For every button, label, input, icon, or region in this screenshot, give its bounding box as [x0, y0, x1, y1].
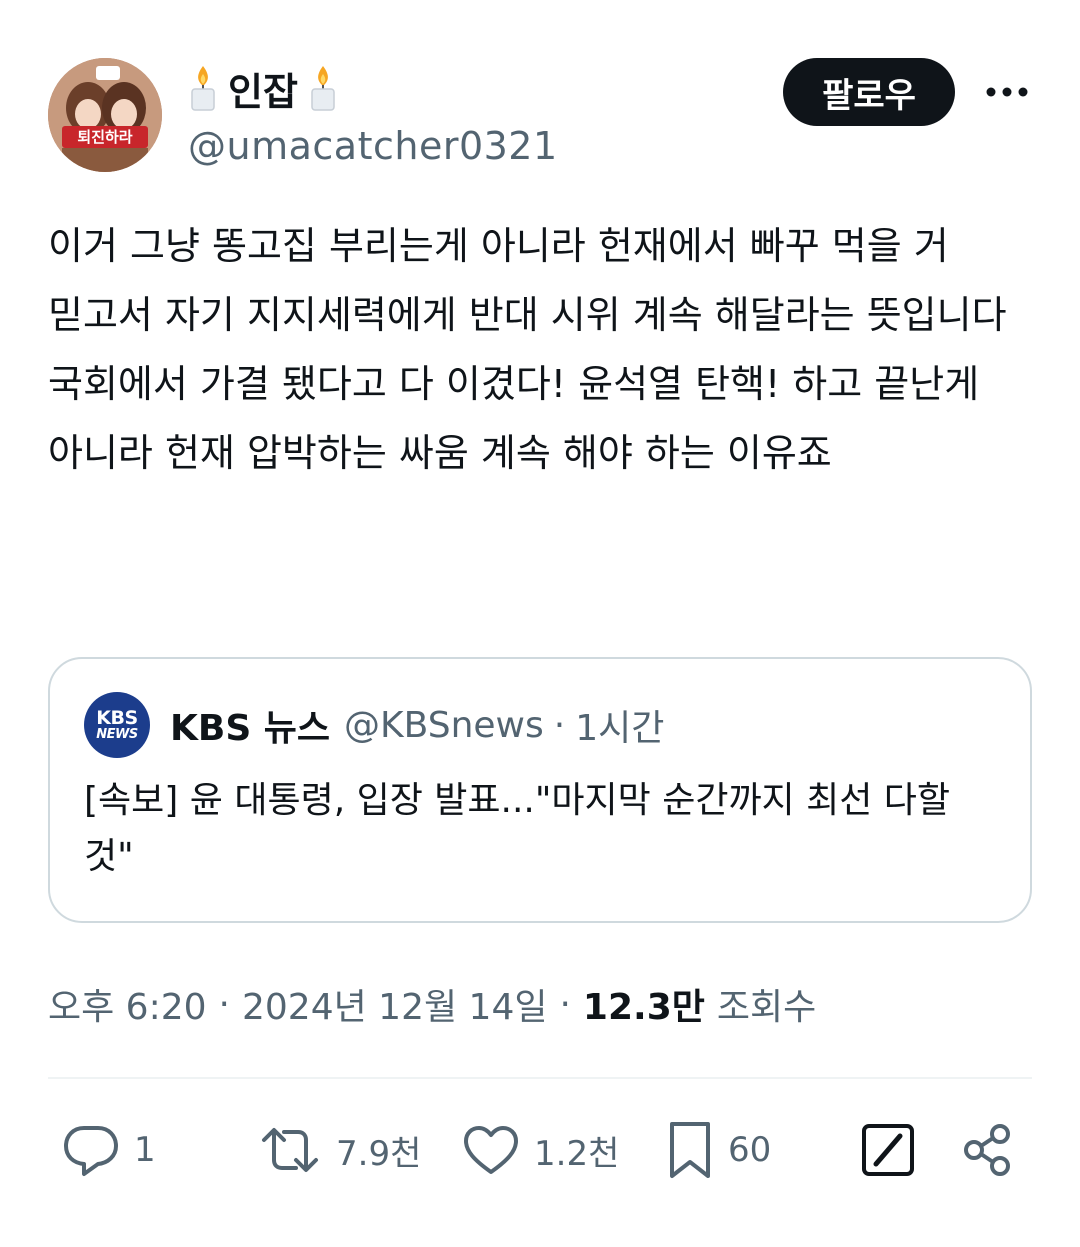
candle-icon	[188, 64, 218, 112]
reply-icon	[62, 1122, 120, 1178]
avatar-banner-text: 퇴진하라	[77, 128, 133, 146]
tweet-meta: 오후 6:20 · 2024년 12월 14일 · 12.3만 조회수	[48, 976, 816, 1032]
like-icon	[462, 1124, 520, 1176]
tweet-date[interactable]: 2024년 12월 14일	[242, 978, 547, 1030]
quoted-tweet[interactable]: KBS NEWS KBS 뉴스 @KBSnews · 1시간 [속보] 윤 대통…	[48, 657, 1032, 923]
share-icon	[960, 1122, 1016, 1178]
action-bar: 1 7.9천 1.2천 60	[48, 1110, 1032, 1190]
tweet-time[interactable]: 오후 6:20	[48, 978, 207, 1030]
bookmark-icon	[666, 1120, 714, 1180]
grok-icon	[860, 1122, 916, 1178]
quoted-time[interactable]: 1시간	[575, 699, 664, 751]
kbs-news-avatar[interactable]: KBS NEWS	[84, 692, 150, 758]
meta-separator: ·	[218, 983, 230, 1025]
author-names: 인잡 @umacatcher0321	[188, 60, 558, 168]
author-display-name: 인잡	[228, 69, 298, 114]
retweet-icon	[258, 1124, 322, 1176]
quoted-author-handle[interactable]: @KBSnews	[344, 705, 544, 746]
views-count[interactable]: 12.3만	[583, 978, 705, 1030]
reply-button[interactable]: 1	[62, 1110, 156, 1190]
tweet-text: 이거 그냥 똥고집 부리는게 아니라 헌재에서 빠꾸 먹을 거 믿고서 자기 지…	[48, 224, 1007, 475]
author-handle[interactable]: @umacatcher0321	[188, 124, 558, 168]
quoted-author-name[interactable]: KBS 뉴스	[170, 699, 330, 751]
grok-button[interactable]	[860, 1110, 916, 1190]
candle-icon	[308, 64, 338, 112]
views-label: 조회수	[716, 987, 817, 1028]
more-icon[interactable]	[982, 72, 1032, 112]
like-count: 1.2천	[534, 1133, 620, 1174]
divider	[48, 1077, 1032, 1079]
quoted-tweet-text: [속보] 윤 대통령, 입장 발표..."마지막 순간까지 최선 다할 것"	[84, 780, 951, 877]
retweet-button[interactable]: 7.9천	[258, 1110, 421, 1190]
avatar[interactable]: 퇴진하라	[48, 58, 162, 172]
like-button[interactable]: 1.2천	[462, 1110, 619, 1190]
bookmark-count: 60	[728, 1130, 772, 1170]
meta-separator: ·	[559, 983, 571, 1025]
bookmark-button[interactable]: 60	[666, 1110, 771, 1190]
follow-button[interactable]: 팔로우	[783, 58, 955, 126]
quoted-separator: ·	[553, 704, 566, 746]
reply-count: 1	[134, 1130, 156, 1170]
author-display-name-row[interactable]: 인잡	[188, 60, 558, 116]
share-button[interactable]	[960, 1110, 1016, 1190]
quoted-tweet-header: KBS NEWS KBS 뉴스 @KBSnews · 1시간	[84, 692, 664, 758]
retweet-count: 7.9천	[336, 1133, 422, 1174]
tweet-header: 퇴진하라 인잡 @umacatcher0321 팔로우	[48, 58, 1032, 174]
